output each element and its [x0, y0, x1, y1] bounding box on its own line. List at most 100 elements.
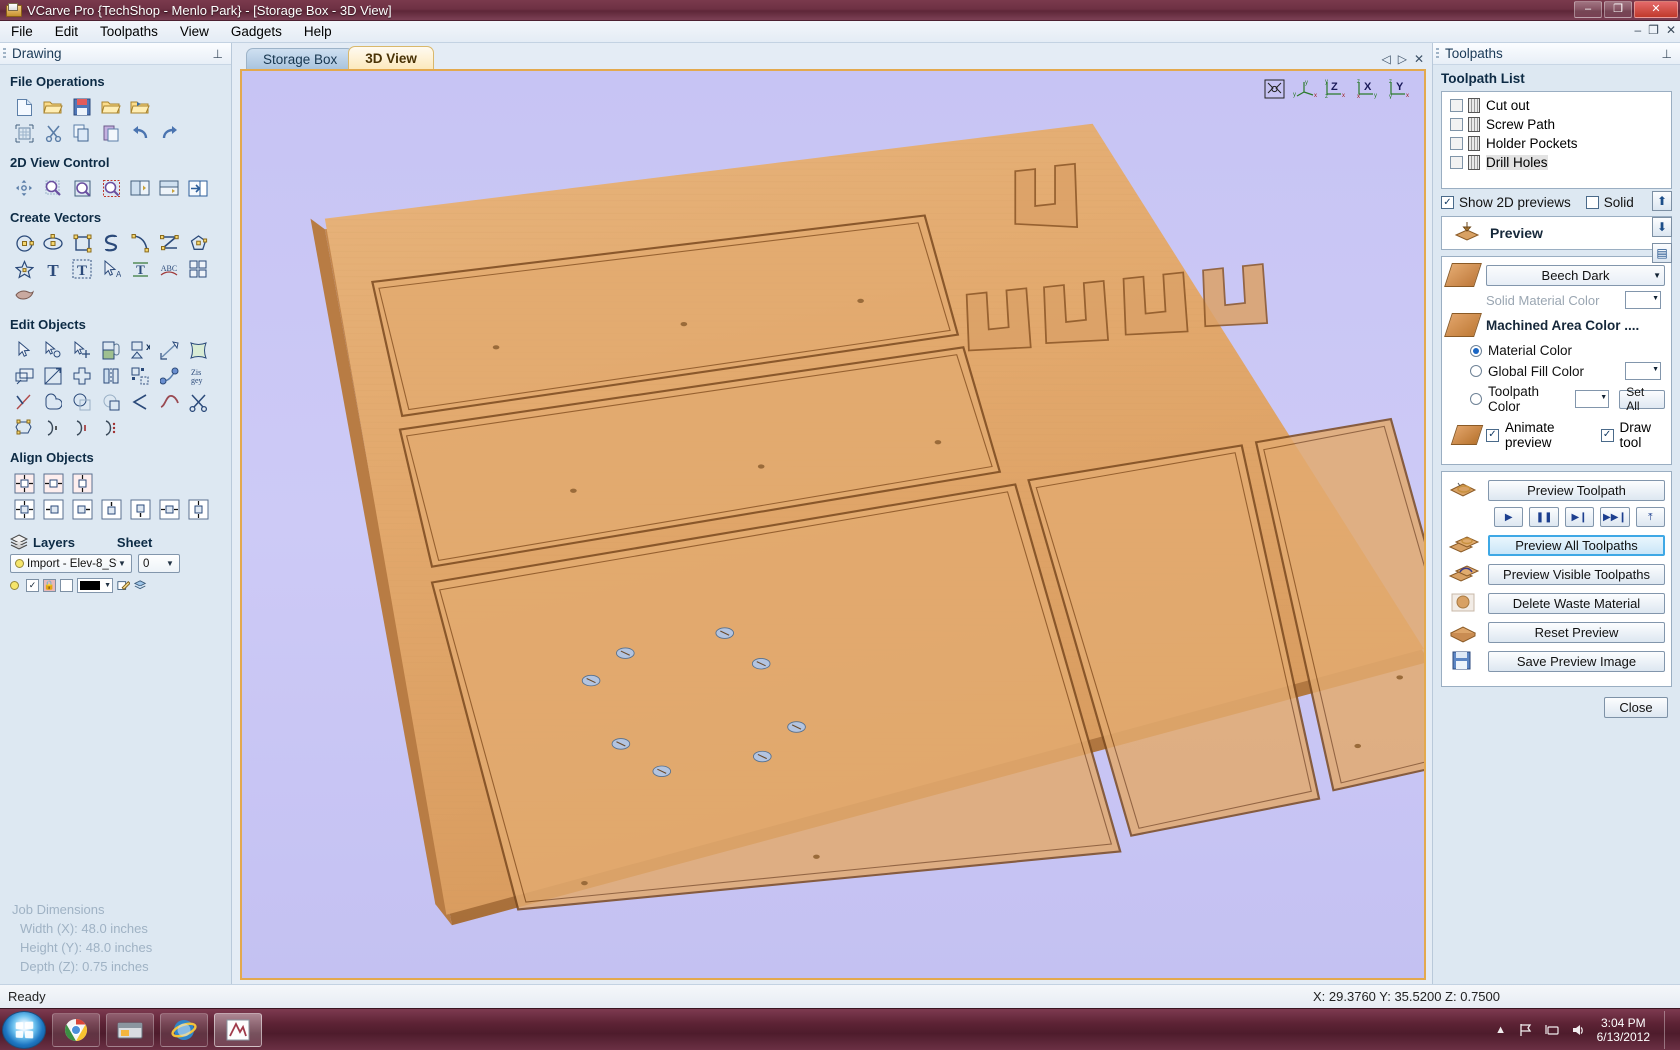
- split-curve-icon[interactable]: [97, 415, 125, 441]
- distort-icon[interactable]: [184, 337, 212, 363]
- trim-icon[interactable]: [10, 389, 38, 415]
- taskbar-item-chrome[interactable]: [52, 1012, 100, 1047]
- toolpath-list[interactable]: Cut out Screw Path Holder Pockets Drill …: [1441, 91, 1672, 189]
- chevron-down-icon[interactable]: ▼: [1652, 295, 1659, 302]
- end-icon[interactable]: ⤒: [1635, 507, 1666, 527]
- pan-icon[interactable]: [10, 175, 38, 201]
- solid-material-color-select[interactable]: ▼: [1625, 291, 1661, 309]
- polygon-icon[interactable]: [184, 230, 212, 256]
- tab-prev-icon[interactable]: ◁: [1381, 52, 1390, 66]
- taskbar-clock[interactable]: 3:04 PM 6/13/2012: [1597, 1016, 1650, 1044]
- toolpath-checkbox[interactable]: [1450, 99, 1463, 112]
- center-in-job-icon[interactable]: [10, 470, 38, 496]
- material-color-radio[interactable]: [1470, 344, 1482, 357]
- windows-start-icon[interactable]: [2, 1010, 46, 1049]
- close-button[interactable]: Close: [1604, 697, 1668, 718]
- merge-icon[interactable]: [134, 579, 147, 592]
- redo-icon[interactable]: [155, 120, 183, 146]
- show-2d-previews-checkbox[interactable]: ✓: [1441, 196, 1454, 209]
- draw-tool-checkbox[interactable]: ✓: [1600, 428, 1614, 442]
- pause-icon[interactable]: ❚❚: [1529, 507, 1559, 527]
- option-material-color[interactable]: Material Color: [1448, 341, 1665, 360]
- rectangle-icon[interactable]: [68, 230, 96, 256]
- mdi-minimize-button[interactable]: –: [1634, 23, 1641, 37]
- layer-select[interactable]: Import - Elev-8_Stor ▼: [10, 554, 132, 573]
- cut-icon[interactable]: [39, 120, 67, 146]
- link-objects-icon[interactable]: [97, 337, 125, 363]
- mirror-icon[interactable]: [68, 363, 96, 389]
- flag-icon[interactable]: [1519, 1022, 1535, 1038]
- play-icon[interactable]: ▶: [1494, 507, 1524, 527]
- save-icon[interactable]: [68, 94, 96, 120]
- toolpath-checkbox[interactable]: [1450, 156, 1463, 169]
- toolpath-color-radio[interactable]: [1470, 393, 1482, 405]
- zoom-selected-icon[interactable]: [68, 175, 96, 201]
- zoom-window-icon[interactable]: [39, 175, 67, 201]
- star-icon[interactable]: [10, 256, 38, 282]
- toolpath-checkbox[interactable]: [1450, 137, 1463, 150]
- move-up-icon[interactable]: ⬆: [1652, 191, 1672, 211]
- toolpath-item-cut-out[interactable]: Cut out: [1444, 96, 1669, 115]
- taskbar-item-explorer[interactable]: [106, 1012, 154, 1047]
- 3d-viewport[interactable]: y y x Zy x z Xz y x Yz x y: [242, 71, 1424, 978]
- zoom-split-icon[interactable]: [155, 175, 183, 201]
- intersect-icon[interactable]: [97, 389, 125, 415]
- box-icon[interactable]: [60, 579, 73, 592]
- perspective-axis-icon[interactable]: y y x: [1292, 79, 1318, 99]
- z-axis-view-icon[interactable]: Zy x z: [1324, 79, 1350, 100]
- menu-item-edit[interactable]: Edit: [44, 22, 89, 41]
- paste-icon[interactable]: [97, 120, 125, 146]
- space-vertical-icon[interactable]: [184, 496, 212, 522]
- set-all-button[interactable]: Set All: [1619, 385, 1665, 413]
- array-copy-icon[interactable]: [126, 363, 154, 389]
- align-right-icon[interactable]: [68, 496, 96, 522]
- iso-view-icon[interactable]: [1264, 79, 1286, 99]
- toolpath-color-select[interactable]: ▼: [1575, 390, 1610, 408]
- mdi-close-button[interactable]: ✕: [1666, 23, 1676, 37]
- tab-next-icon[interactable]: ▷: [1398, 52, 1407, 66]
- select-arrow-icon[interactable]: [10, 337, 38, 363]
- abc-arc-icon[interactable]: ABC: [155, 256, 183, 282]
- join-nodes-icon[interactable]: [155, 363, 183, 389]
- job-setup-icon[interactable]: [10, 120, 38, 146]
- bezier-icon[interactable]: [155, 230, 183, 256]
- layer-color-select[interactable]: ▼: [77, 578, 113, 593]
- maximize-button[interactable]: ❐: [1604, 1, 1632, 18]
- node-edit-icon[interactable]: [39, 337, 67, 363]
- solid-checkbox[interactable]: [1585, 196, 1599, 209]
- arc-icon[interactable]: [126, 230, 154, 256]
- step-forward-icon[interactable]: ▶❙: [1564, 507, 1595, 527]
- open-recent-icon[interactable]: [97, 94, 125, 120]
- align-left-icon[interactable]: [39, 496, 67, 522]
- option-toolpath-color[interactable]: Toolpath Color ▼ Set All: [1448, 382, 1665, 416]
- menu-item-help[interactable]: Help: [293, 22, 343, 41]
- taskbar-item-vcarve[interactable]: [214, 1012, 262, 1047]
- move-down-icon[interactable]: ⬇: [1652, 217, 1672, 237]
- zigzag-text-icon[interactable]: Zis gey: [184, 363, 212, 389]
- pen-icon[interactable]: [117, 579, 130, 592]
- fast-forward-icon[interactable]: ▶▶❙: [1600, 507, 1630, 527]
- chevron-down-icon[interactable]: ▼: [115, 555, 129, 572]
- align-top-icon[interactable]: [97, 496, 125, 522]
- lock-icon[interactable]: 🔒: [43, 579, 56, 592]
- tab-close-icon[interactable]: ✕: [1414, 52, 1424, 66]
- taskbar-item-internet-explorer[interactable]: [160, 1012, 208, 1047]
- reset-preview-button[interactable]: Reset Preview: [1488, 621, 1665, 643]
- chevron-down-icon[interactable]: ▼: [1653, 271, 1661, 280]
- curve-fit-icon[interactable]: [39, 415, 67, 441]
- preview-visible-toolpaths-button[interactable]: Preview Visible Toolpaths: [1488, 563, 1665, 585]
- delete-waste-material-button[interactable]: Delete Waste Material: [1488, 592, 1665, 614]
- smooth-curve-icon[interactable]: [155, 389, 183, 415]
- offset-icon[interactable]: [10, 363, 38, 389]
- toolpath-checkbox[interactable]: [1450, 118, 1463, 131]
- global-fill-color-select[interactable]: ▼: [1625, 362, 1661, 380]
- mdi-restore-button[interactable]: ❐: [1648, 23, 1659, 37]
- polyline-icon[interactable]: [97, 230, 125, 256]
- open-folder-icon[interactable]: [39, 94, 67, 120]
- grid-array-icon[interactable]: [184, 256, 212, 282]
- chevron-down-icon[interactable]: ▼: [163, 555, 177, 572]
- scissors-icon[interactable]: [184, 389, 212, 415]
- show-hidden-icon[interactable]: ▲: [1493, 1022, 1509, 1038]
- volume-icon[interactable]: [1571, 1022, 1587, 1038]
- select-text-icon[interactable]: AB: [97, 256, 125, 282]
